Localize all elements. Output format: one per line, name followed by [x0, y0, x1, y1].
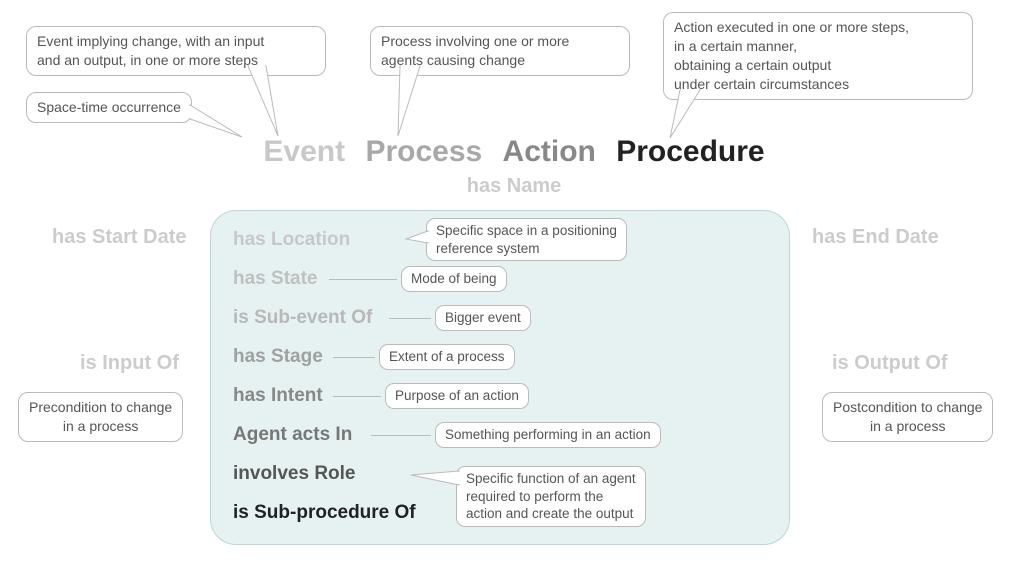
prop-subproc: is Sub-procedure Of — [233, 502, 416, 524]
tail-event — [248, 66, 298, 141]
bubble-spacetime: Space-time occurrence — [26, 92, 192, 123]
conn-subevent — [389, 318, 431, 319]
text: Event implying change, with an inputand … — [37, 33, 264, 68]
bubble-process-def: Process involving one or moreagents caus… — [370, 26, 630, 76]
prop-intent: has Intent — [233, 385, 323, 407]
label-end-date: has End Date — [812, 226, 939, 249]
tail-role — [411, 469, 459, 487]
prop-subevent: is Sub-event Of — [233, 307, 372, 329]
label-output-of: is Output Of — [832, 352, 948, 375]
text: Process involving one or moreagents caus… — [381, 33, 569, 68]
prop-state: has State — [233, 268, 317, 290]
prop-role: involves Role — [233, 463, 356, 485]
has-name: has Name — [0, 175, 1028, 198]
text: Bigger event — [445, 310, 521, 325]
prop-stage: has Stage — [233, 346, 323, 368]
text: Mode of being — [411, 271, 497, 286]
text: Specific function of an agentrequired to… — [466, 471, 636, 521]
def-state: Mode of being — [401, 266, 507, 292]
title-process: Process — [365, 135, 482, 168]
text: Precondition to changein a process — [29, 399, 172, 434]
bubble-input-def: Precondition to changein a process — [18, 392, 183, 442]
title-procedure: Procedure — [616, 135, 764, 168]
conn-state — [329, 279, 397, 280]
prop-location: has Location — [233, 229, 350, 251]
def-location: Specific space in a positioningreference… — [426, 218, 627, 261]
bubble-procedure-def: Action executed in one or more steps,in … — [663, 12, 973, 100]
text: Postcondition to changein a process — [833, 399, 982, 434]
title-action: Action — [503, 135, 596, 168]
bubble-event-def: Event implying change, with an inputand … — [26, 26, 326, 76]
prop-agent: Agent acts In — [233, 424, 352, 446]
text: Space-time occurrence — [37, 99, 181, 115]
def-agent: Something performing in an action — [435, 422, 661, 448]
def-role: Specific function of an agentrequired to… — [456, 466, 646, 527]
title-event: Event — [263, 135, 345, 168]
properties-panel: has Location has State is Sub-event Of h… — [210, 210, 790, 545]
conn-intent — [333, 396, 381, 397]
title-row: Event Process Action Procedure — [0, 135, 1028, 169]
label-start-date: has Start Date — [52, 226, 187, 249]
text: Something performing in an action — [445, 427, 651, 442]
text: Specific space in a positioningreference… — [436, 223, 617, 256]
def-intent: Purpose of an action — [385, 383, 529, 409]
def-stage: Extent of a process — [379, 344, 515, 370]
tail-process — [390, 66, 450, 141]
bubble-output-def: Postcondition to changein a process — [822, 392, 993, 442]
text: Purpose of an action — [395, 388, 519, 403]
text: Extent of a process — [389, 349, 505, 364]
label-input-of: is Input Of — [80, 352, 179, 375]
conn-stage — [333, 357, 375, 358]
tail-location — [406, 231, 428, 245]
conn-agent — [371, 435, 431, 436]
def-subevent: Bigger event — [435, 305, 531, 331]
text: Action executed in one or more steps,in … — [674, 19, 909, 92]
